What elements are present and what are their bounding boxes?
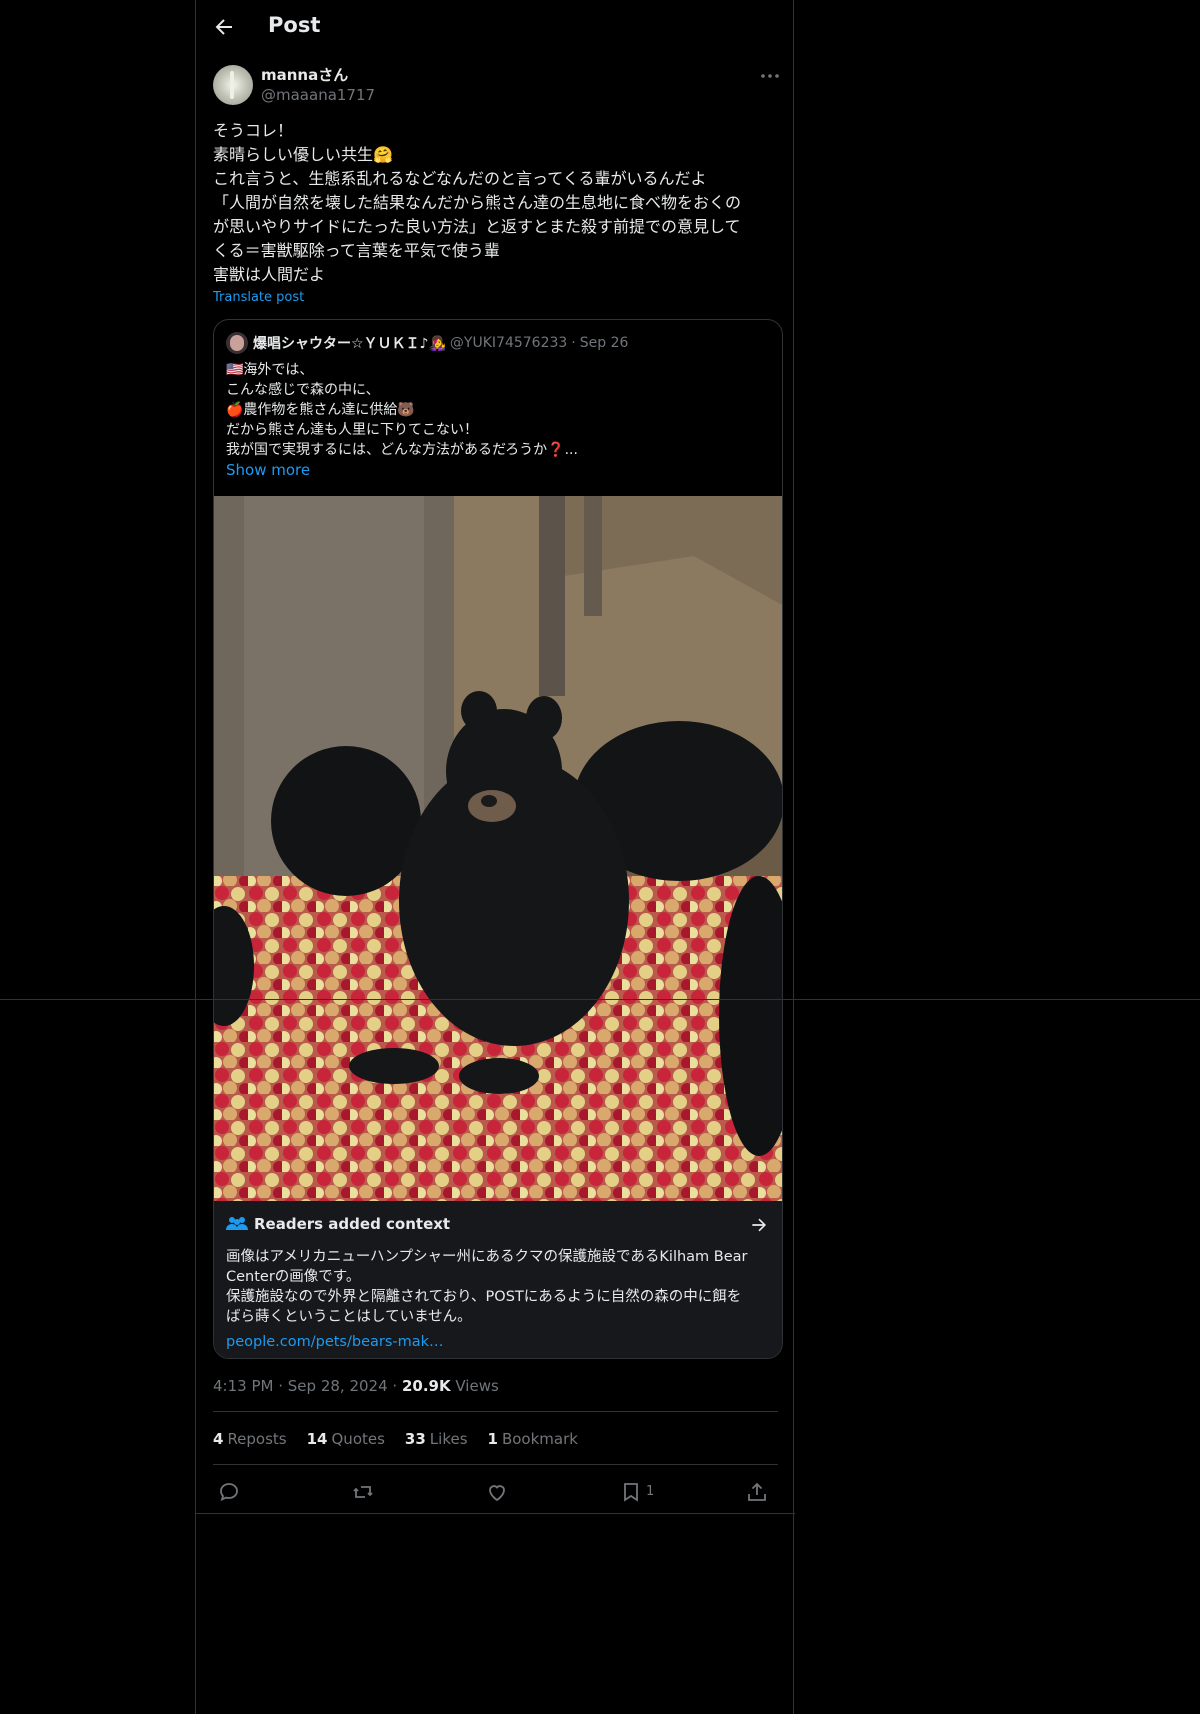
quoted-line: 我が国で実現するには、どんな方法があるだろうか❓... xyxy=(226,442,578,458)
community-note[interactable]: Readers added context 画像はアメリカニューハンプシャー州に… xyxy=(214,1201,782,1358)
avatar[interactable] xyxy=(213,65,253,105)
note-line: Centerの画像です。 xyxy=(226,1269,361,1285)
views-label: Views xyxy=(455,1377,499,1395)
likes-count: 33 xyxy=(404,1430,426,1448)
note-line: 保護施設なので外界と隔離されており、POSTにあるように自然の森の中に餌を xyxy=(226,1289,742,1305)
quoted-avatar[interactable] xyxy=(226,332,248,354)
people-icon xyxy=(226,1217,248,1230)
quoted-line: だから熊さん達も人里に下りてこない！ xyxy=(226,422,478,438)
repost-icon[interactable] xyxy=(351,1480,375,1504)
quoted-post-header: 爆唱シャウター☆ＹＵＫＩ♪👩‍🎤 @YUKI74576233 · Sep 26 xyxy=(226,332,628,354)
post-line: 害獣は人間だよ xyxy=(213,265,326,284)
engagement-stats: 4 Reposts 14 Quotes 33 Likes 1 Bookmark xyxy=(213,1430,578,1448)
dot-separator: · xyxy=(571,335,576,351)
show-more-link[interactable]: Show more xyxy=(226,461,310,479)
quoted-author-handle[interactable]: @YUKI74576233 xyxy=(450,335,567,351)
quoted-date: Sep 26 xyxy=(579,335,629,351)
divider xyxy=(213,1411,778,1412)
community-note-body: 画像はアメリカニューハンプシャー州にあるクマの保護施設であるKilham Bea… xyxy=(226,1247,772,1327)
author-handle[interactable]: @maaana1717 xyxy=(261,86,375,104)
quoted-author-name[interactable]: 爆唱シャウター☆ＹＵＫＩ♪👩‍🎤 xyxy=(253,333,446,353)
note-line: 画像はアメリカニューハンプシャー州にあるクマの保護施設であるKilham Bea… xyxy=(226,1249,748,1265)
community-note-title: Readers added context xyxy=(254,1215,451,1233)
quoted-line: こんな感じで森の中に、 xyxy=(226,382,380,398)
divider xyxy=(213,1464,778,1465)
author-name[interactable]: mannaさん xyxy=(261,64,348,85)
more-icon[interactable] xyxy=(759,66,781,86)
arrow-right-icon[interactable] xyxy=(749,1215,769,1235)
quoted-line: 🍎農作物を熊さん達に供給🐻 xyxy=(226,402,415,418)
quoted-line: 🇺🇸海外では、 xyxy=(226,362,314,378)
bookmark-count: 1 xyxy=(646,1484,655,1499)
quoted-post[interactable]: 爆唱シャウター☆ＹＵＫＩ♪👩‍🎤 @YUKI74576233 · Sep 26 … xyxy=(213,319,783,1359)
post-time[interactable]: 4:13 PM xyxy=(213,1377,273,1395)
translate-post-link[interactable]: Translate post xyxy=(213,290,304,305)
bookmark-icon[interactable] xyxy=(619,1480,643,1504)
share-icon[interactable] xyxy=(745,1480,769,1504)
reposts-label: Reposts xyxy=(227,1430,287,1448)
views-count: 20.9K xyxy=(401,1377,451,1395)
like-icon[interactable] xyxy=(485,1480,509,1504)
post-meta: 4:13 PM · Sep 28, 2024 · 20.9K Views xyxy=(213,1377,499,1395)
quotes-stat[interactable]: 14 Quotes xyxy=(307,1430,385,1448)
reply-icon[interactable] xyxy=(217,1480,241,1504)
reposts-count: 4 xyxy=(213,1430,224,1448)
top-bar: Post xyxy=(196,0,793,54)
post-line: 素晴らしい優しい共生🤗 xyxy=(213,145,393,164)
post-photo[interactable] xyxy=(214,496,782,1201)
post-line: そうコレ！ xyxy=(213,121,294,140)
post-line: が思いやりサイドにたった良い方法」と返すとまた殺す前提での意見して xyxy=(213,217,741,236)
bookmarks-label: Bookmark xyxy=(501,1430,578,1448)
post-date[interactable]: Sep 28, 2024 xyxy=(288,1377,388,1395)
post-line: これ言うと、生態系乱れるなどなんだのと言ってくる輩がいるんだよ xyxy=(213,169,707,188)
post-line: くる＝害獣駆除って言葉を平気で使う輩 xyxy=(213,241,500,260)
divider xyxy=(196,1513,795,1514)
quoted-text: 🇺🇸海外では、 こんな感じで森の中に、 🍎農作物を熊さん達に供給🐻 だから熊さん… xyxy=(226,360,772,460)
dot-separator: · xyxy=(278,1377,288,1395)
post-line: 「人間が自然を壊した結果なんだから熊さん達の生息地に食べ物をおくの xyxy=(213,193,742,212)
reposts-stat[interactable]: 4 Reposts xyxy=(213,1430,287,1448)
bookmarks-stat[interactable]: 1 Bookmark xyxy=(488,1430,578,1448)
post-text: そうコレ！ 素晴らしい優しい共生🤗 これ言うと、生態系乱れるなどなんだのと言って… xyxy=(213,119,783,287)
community-note-header: Readers added context xyxy=(226,1215,450,1233)
dot-separator: · xyxy=(392,1377,402,1395)
arrow-left-icon[interactable] xyxy=(212,15,236,39)
note-line: ばら蒔くということはしていません。 xyxy=(226,1309,472,1325)
quotes-label: Quotes xyxy=(331,1430,385,1448)
community-note-link[interactable]: people.com/pets/bears-mak… xyxy=(226,1334,444,1350)
likes-stat[interactable]: 33 Likes xyxy=(405,1430,468,1448)
page-title: Post xyxy=(268,13,321,37)
likes-label: Likes xyxy=(429,1430,468,1448)
horizontal-guide-line xyxy=(0,999,1200,1000)
bookmarks-count: 1 xyxy=(487,1430,498,1448)
action-bar: 1 xyxy=(213,1476,778,1508)
quotes-count: 14 xyxy=(306,1430,328,1448)
timeline-column: Post mannaさん @maaana1717 そうコレ！ 素晴らしい優しい共… xyxy=(195,0,795,1714)
